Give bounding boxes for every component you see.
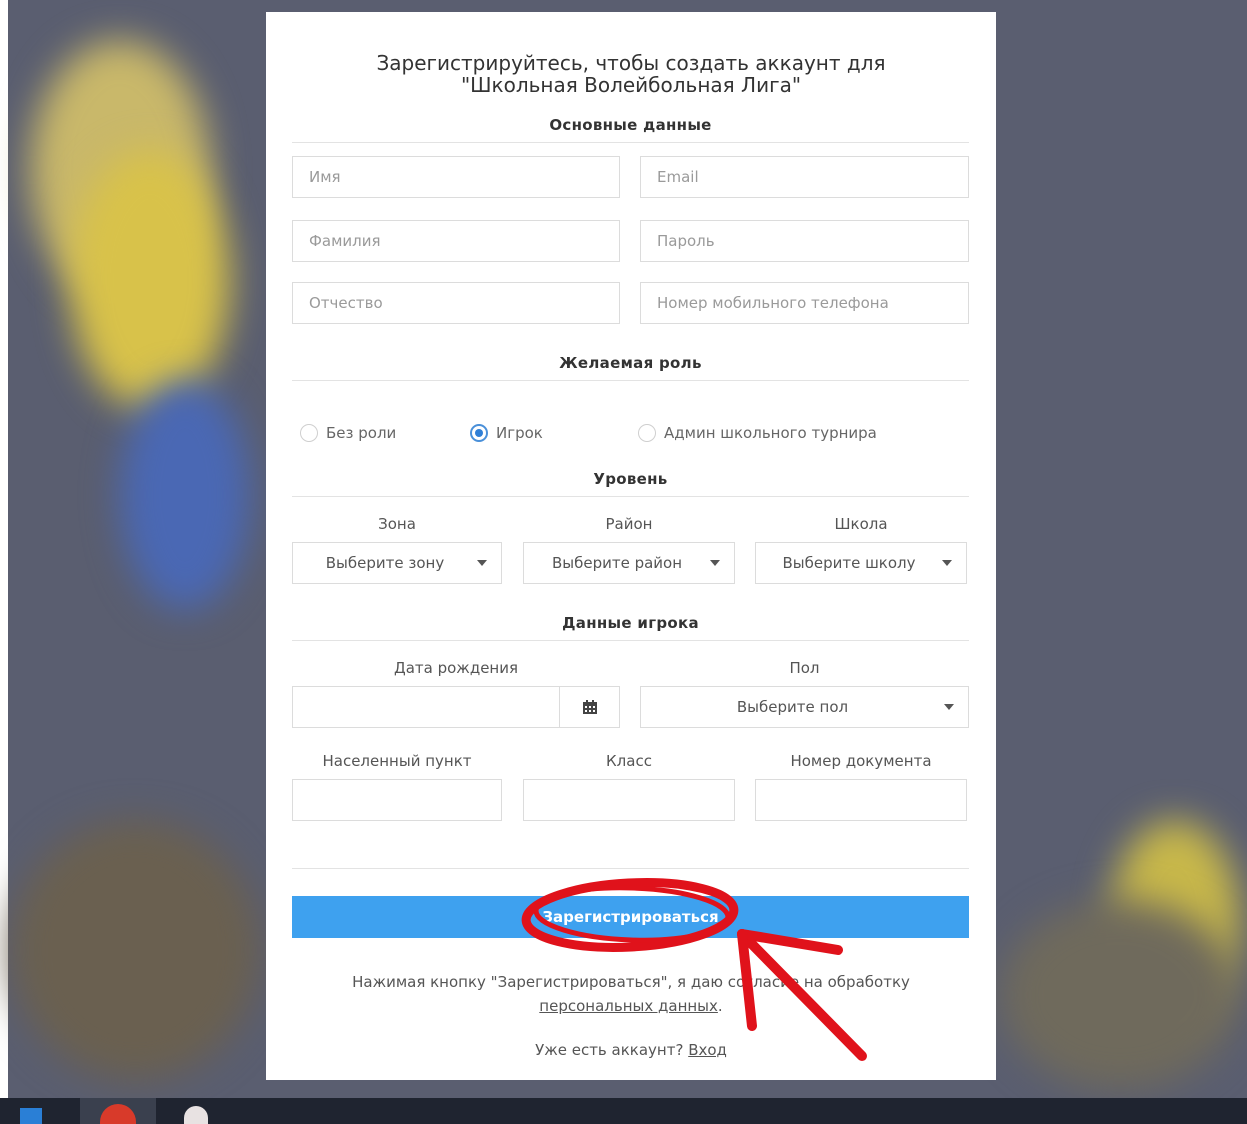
taskbar bbox=[0, 1098, 1247, 1124]
role-label: Без роли bbox=[326, 424, 397, 442]
title-line-2: "Школьная Волейбольная Лига" bbox=[460, 73, 802, 97]
birthdate-input[interactable] bbox=[292, 686, 560, 728]
middle-name-input[interactable] bbox=[292, 282, 620, 324]
gender-label: Пол bbox=[789, 659, 820, 677]
locality-label: Населенный пункт bbox=[322, 752, 472, 770]
district-select[interactable]: Выберите район bbox=[523, 542, 735, 584]
background-crowd-right bbox=[1000, 900, 1240, 1090]
registration-panel: Зарегистрируйтесь, чтобы создать аккаунт… bbox=[266, 12, 996, 1080]
school-select[interactable]: Выберите школу bbox=[755, 542, 967, 584]
login-prompt: Уже есть аккаунт? Вход bbox=[266, 1038, 996, 1062]
gender-select-value: Выберите пол bbox=[736, 698, 849, 716]
background-player-left-torso bbox=[70, 150, 230, 410]
phone-input[interactable] bbox=[640, 282, 969, 324]
district-label: Район bbox=[605, 515, 653, 533]
chevron-down-icon bbox=[942, 560, 952, 566]
personal-data-link[interactable]: персональных данных bbox=[539, 997, 718, 1015]
gender-select[interactable]: Выберите пол bbox=[640, 686, 969, 728]
school-select-value: Выберите школу bbox=[782, 554, 916, 572]
password-input[interactable] bbox=[640, 220, 969, 262]
background-crowd-left bbox=[10, 820, 260, 1080]
class-label: Класс bbox=[606, 752, 652, 770]
radio-circle[interactable] bbox=[300, 424, 318, 442]
calendar-button[interactable] bbox=[560, 686, 620, 728]
left-edge-strip bbox=[0, 0, 8, 1124]
role-option-player[interactable]: Игрок bbox=[470, 424, 543, 442]
login-link[interactable]: Вход bbox=[688, 1041, 727, 1059]
section-level-heading: Уровень bbox=[292, 470, 969, 497]
chevron-down-icon bbox=[477, 560, 487, 566]
section-role-heading: Желаемая роль bbox=[292, 354, 969, 381]
zone-label: Зона bbox=[378, 515, 416, 533]
radio-circle[interactable] bbox=[638, 424, 656, 442]
district-select-value: Выберите район bbox=[551, 554, 683, 572]
role-option-none[interactable]: Без роли bbox=[300, 424, 396, 442]
chevron-down-icon bbox=[710, 560, 720, 566]
app-taskbar-icon[interactable] bbox=[176, 1098, 216, 1124]
form-divider bbox=[292, 868, 969, 869]
zone-select[interactable]: Выберите зону bbox=[292, 542, 502, 584]
role-label: Админ школьного турнира bbox=[664, 424, 877, 442]
consent-line: Нажимая кнопку "Зарегистрироваться", я д… bbox=[352, 973, 910, 991]
windows-start-icon[interactable] bbox=[14, 1098, 54, 1124]
register-button[interactable]: Зарегистрироваться bbox=[292, 896, 969, 938]
section-basic-heading: Основные данные bbox=[292, 116, 969, 143]
have-account-text: Уже есть аккаунт? bbox=[535, 1041, 684, 1059]
section-player-heading: Данные игрока bbox=[292, 614, 969, 641]
browser-taskbar-icon[interactable] bbox=[80, 1098, 156, 1124]
role-label: Игрок bbox=[496, 424, 543, 442]
locality-input[interactable] bbox=[292, 779, 502, 821]
school-label: Школа bbox=[834, 515, 888, 533]
class-input[interactable] bbox=[523, 779, 735, 821]
zone-select-value: Выберите зону bbox=[325, 554, 445, 572]
email-input[interactable] bbox=[640, 156, 969, 198]
radio-circle-selected[interactable] bbox=[470, 424, 488, 442]
document-input[interactable] bbox=[755, 779, 967, 821]
background-player-left-legs bbox=[120, 380, 250, 610]
page-title: Зарегистрируйтесь, чтобы создать аккаунт… bbox=[266, 52, 996, 96]
calendar-icon bbox=[582, 700, 597, 714]
document-label: Номер документа bbox=[790, 752, 932, 770]
consent-end: . bbox=[717, 997, 723, 1015]
role-option-admin[interactable]: Админ школьного турнира bbox=[638, 424, 877, 442]
last-name-input[interactable] bbox=[292, 220, 620, 262]
birthdate-label: Дата рождения bbox=[394, 659, 518, 677]
consent-text: Нажимая кнопку "Зарегистрироваться", я д… bbox=[266, 970, 996, 1018]
title-line-1: Зарегистрируйтесь, чтобы создать аккаунт… bbox=[376, 51, 886, 75]
first-name-input[interactable] bbox=[292, 156, 620, 198]
chevron-down-icon bbox=[944, 704, 954, 710]
